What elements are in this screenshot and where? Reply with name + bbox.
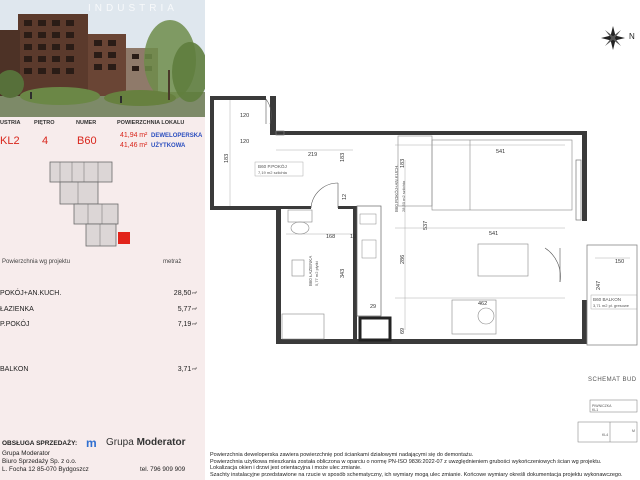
room-row: POKÓJ+AN.KUCH. 28,50m²	[0, 290, 197, 297]
note-line: Powierzchnia użytkowa mieszkania została…	[210, 458, 602, 465]
room-row: P.POKÓJ 7,19m²	[0, 321, 197, 328]
building-header: USTRIA	[0, 120, 21, 126]
dim-29: 29	[370, 304, 376, 310]
moderator-logo: Grupa Moderator	[106, 437, 186, 448]
dim-462: 462	[478, 301, 487, 307]
dim-541b: 541	[489, 231, 498, 237]
dim-150: 150	[615, 259, 624, 265]
balcony-area: 3,71 m2 pł. gresowe	[593, 303, 630, 308]
dim-168: 168	[326, 234, 335, 240]
note-line: Lokalizacja okien i drzwi jest orientacy…	[210, 465, 362, 472]
balcony-label: B60 BALKON	[593, 297, 621, 302]
office-address: L. Focha 12 85-070 Bydgoszcz	[2, 466, 89, 473]
unit-specs: USTRIA PIĘTRO NUMER POWIERZCHNIA LOKALU …	[0, 118, 205, 158]
schema-tag-kl1: KL1	[592, 408, 598, 412]
dim-69: 69	[400, 328, 406, 334]
floor-header: PIĘTRO	[34, 120, 55, 126]
sales-service-label: OBSŁUGA SPRZEDAŻY:	[2, 440, 78, 447]
room-area: 28,50 m2 szlichta	[401, 180, 406, 212]
dim-12: 12	[342, 194, 348, 200]
dim-247: 247	[596, 281, 602, 290]
compass-north-label: N	[629, 32, 635, 41]
bath-area: 5,77 m2 płytki	[314, 261, 319, 286]
dim-10: 10	[350, 234, 356, 240]
hall-area: 7,19 m2 szlichta	[258, 170, 288, 175]
bath-label: B60 ŁAZIENKA	[308, 256, 313, 286]
office-name: Biuro Sprzedaży Sp. z o.o.	[2, 458, 77, 465]
phone-number: tel. 796 909 909	[140, 466, 186, 473]
company-name: Grupa Moderator	[2, 450, 50, 457]
rooms-header: Powierzchnia wg projektu	[2, 259, 71, 265]
dim-541a: 541	[496, 149, 505, 155]
note-line: Powierzchnia deweloperska zawiera powier…	[210, 452, 474, 458]
room-label: B60 POKÓJ+AN.KUCH.	[394, 165, 399, 212]
usable-area: 41,46 m² UŻYTKOWA	[120, 142, 186, 149]
dim-120b: 120	[240, 139, 249, 145]
rooms-header-unit: metraż	[163, 259, 182, 265]
dim-183b: 183	[340, 153, 346, 162]
number-header: NUMER	[76, 120, 97, 126]
number-value: B60	[77, 135, 97, 147]
brand-wordmark: INDUSTRIA	[88, 3, 178, 14]
dim-183a: 183	[224, 154, 230, 163]
dim-537: 537	[423, 221, 429, 230]
dim-183c: 183	[400, 159, 406, 168]
floor-key-plan	[40, 158, 160, 250]
schema-tag-m: M	[632, 429, 635, 433]
building-render: INDUSTRIA	[0, 0, 205, 117]
building-value: KL2	[0, 135, 20, 147]
schema-tag-kl4: KL4	[602, 433, 608, 437]
disclaimer-notes: Powierzchnia deweloperska zawiera powier…	[210, 452, 623, 478]
dim-286: 286	[400, 255, 406, 264]
compass-icon	[601, 26, 625, 50]
area-header: POWIERZCHNIA LOKALU	[117, 120, 185, 126]
hall-label: B60 P.POKÓJ	[258, 163, 287, 169]
developer-area: 41,94 m² DEWELOPERSKA	[120, 132, 203, 139]
building-render-image	[0, 0, 205, 117]
dim-120a: 120	[240, 113, 249, 119]
unit-highlight	[118, 232, 130, 244]
building-schema-title: SCHEMAT BUD	[588, 377, 637, 383]
note-line: Szachty instalacyjne przedstawione na rz…	[210, 471, 623, 478]
dim-219: 219	[308, 152, 317, 158]
moderator-logo-icon: m	[86, 436, 97, 450]
info-panel: INDUSTRIA USTRIA PIĘTRO NUMER POWIERZCHN…	[0, 0, 205, 480]
room-row: BALKON 3,71m²	[0, 366, 197, 373]
floor-value: 4	[42, 135, 49, 147]
room-row: ŁAZIENKA 5,77m²	[0, 306, 197, 313]
dim-343: 343	[340, 269, 346, 278]
floor-plan: 120 120 183 219 183 183 541 541 537 12 1…	[210, 26, 638, 443]
